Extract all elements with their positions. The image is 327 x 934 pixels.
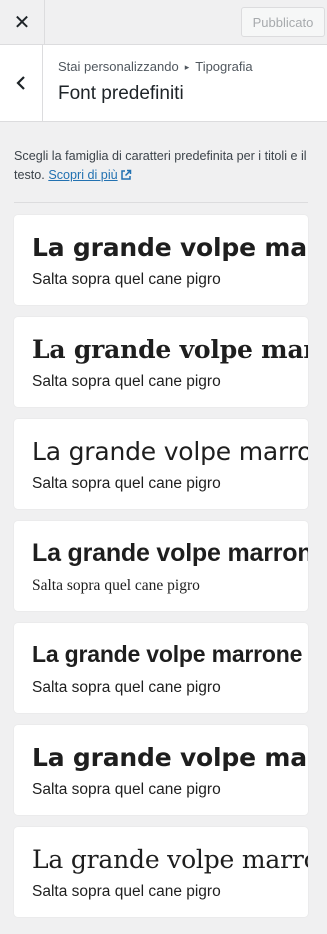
font-preset-card[interactable]: La grande volpe marrone Salta sopra quel… [14, 215, 308, 305]
learn-more-link[interactable]: Scopri di più [48, 168, 117, 182]
section-header: Stai personalizzando ▸ Tipografia Font pre… [0, 45, 327, 122]
font-preset-card[interactable]: La grande volpe marrone Salta sopra quel… [14, 521, 308, 611]
font-preset-card[interactable]: La grande volpe marrone Salta sopra quel… [14, 419, 308, 509]
preset-body: Salta sopra quel cane pigro [32, 883, 221, 900]
preset-body: Salta sopra quel cane pigro [32, 781, 221, 798]
section-title: Font predefiniti [58, 83, 184, 104]
preset-heading: La grande volpe marrone [32, 335, 308, 364]
preset-heading: La grande volpe marrone [32, 539, 308, 567]
preset-heading: La grande volpe marrone [32, 437, 308, 466]
font-preset-card[interactable]: La grande volpe marrone Salta sopra quel… [14, 623, 308, 713]
caret-right-icon: ▸ [184, 62, 190, 72]
preset-heading: La grande volpe marrone [32, 845, 308, 874]
font-preset-list: La grande volpe marrone Salta sopra quel… [0, 215, 327, 917]
breadcrumb: Stai personalizzando ▸ Tipografia [58, 59, 253, 74]
preset-heading: La grande volpe marrone [32, 743, 308, 772]
breadcrumb-parent: Stai personalizzando [58, 59, 179, 74]
font-preset-card[interactable]: La grande volpe marrone Salta sopra quel… [14, 725, 308, 815]
breadcrumb-current: Tipografia [195, 59, 253, 74]
external-link-icon[interactable] [120, 169, 132, 181]
preset-heading: La grande volpe marrone [32, 641, 303, 667]
chevron-left-icon [16, 76, 25, 90]
section-description: Scegli la famiglia di caratteri predefin… [14, 147, 308, 185]
back-button[interactable] [0, 45, 43, 121]
preset-heading: La grande volpe marrone [32, 233, 308, 262]
close-button[interactable]: ✕ [0, 0, 45, 44]
font-preset-card[interactable]: La grande volpe marrone Salta sopra quel… [14, 827, 308, 917]
font-preset-card[interactable]: La grande volpe marrone Salta sopra quel… [14, 317, 308, 407]
preset-body: Salta sopra quel cane pigro [32, 271, 221, 288]
preset-body: Salta sopra quel cane pigro [32, 475, 221, 492]
close-icon: ✕ [13, 11, 31, 34]
preset-body: Salta sopra quel cane pigro [32, 679, 221, 696]
divider [14, 202, 308, 203]
preset-body: Salta sopra quel cane pigro [32, 577, 200, 594]
preset-body: Salta sopra quel cane pigro [32, 373, 221, 390]
publish-button[interactable]: Pubblicato [241, 7, 325, 37]
customizer-topbar: ✕ Pubblicato [0, 0, 327, 45]
